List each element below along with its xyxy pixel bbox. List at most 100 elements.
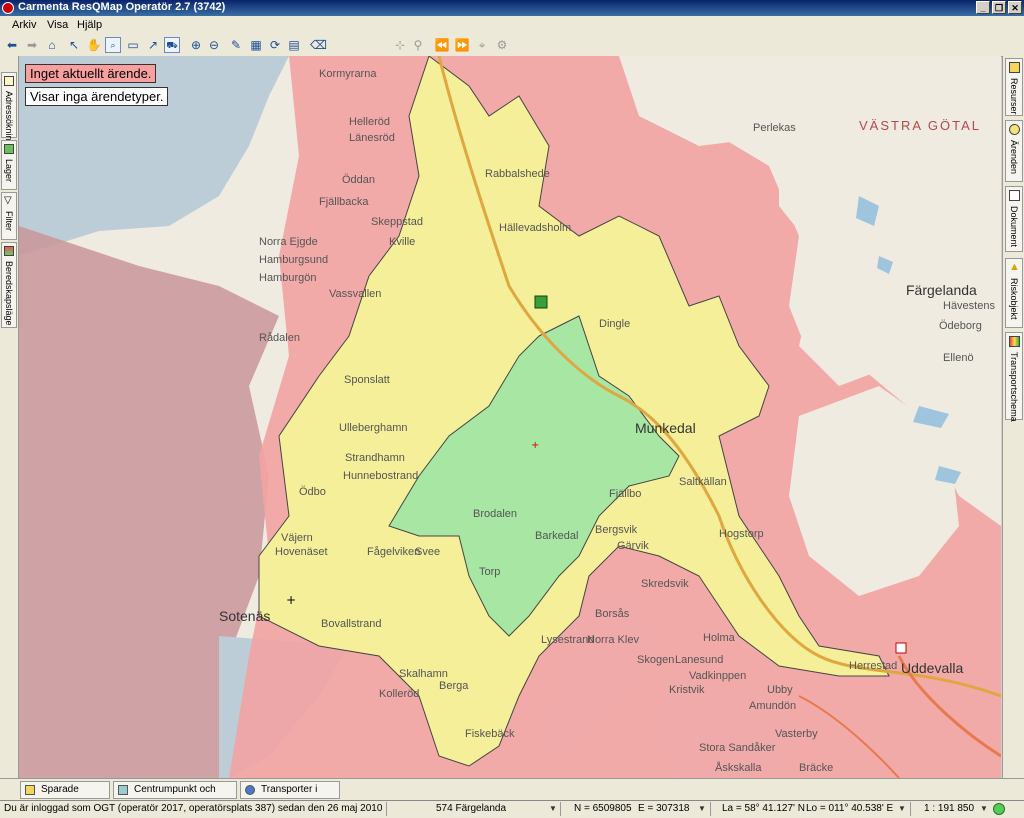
map-scale: 1 : 191 850 <box>924 803 975 814</box>
map-view[interactable]: + + Inget aktuellt ärende. Visar inga är… <box>19 56 1001 778</box>
bottom-tabs: Sparade platser Centrumpunkt och skala T… <box>0 778 1024 811</box>
restore-button[interactable]: ❐ <box>992 1 1006 14</box>
place-kristvik: Kristvik <box>669 684 705 696</box>
place-skeppstad: Skeppstad <box>371 216 423 228</box>
draw-line-icon[interactable]: ✎ <box>228 37 244 53</box>
place-torp: Torp <box>479 566 501 578</box>
place-bracke: Bräcke <box>799 762 834 774</box>
minimize-button[interactable]: _ <box>976 1 990 14</box>
latlon-dropdown-icon[interactable]: ▼ <box>898 804 906 813</box>
place-lanesund: Lanesund <box>675 654 724 666</box>
transport-schedule-icon <box>1009 336 1020 347</box>
place-oddan: Öddan <box>342 174 376 186</box>
tab-arenden[interactable]: Ärenden <box>1005 120 1023 182</box>
coordinate-dropdown-icon[interactable]: ▼ <box>698 804 706 813</box>
place-fjallbo: Fjällbo <box>609 488 642 500</box>
tab-centrumpunkt[interactable]: Centrumpunkt och skala <box>113 781 237 811</box>
play-back-icon[interactable]: ⏪ <box>434 37 450 53</box>
place-vassvallen: Vassvallen <box>329 288 382 300</box>
tab-dokument-label: Dokument <box>1009 206 1019 248</box>
saved-places-icon <box>25 785 35 795</box>
home-icon[interactable]: ⌂ <box>44 37 60 53</box>
place-hamburgsund: Hamburgsund <box>259 254 329 266</box>
place-rabbalshede: Rabbalshede <box>485 168 550 180</box>
close-button[interactable]: ✕ <box>1008 1 1022 14</box>
address-search-icon <box>4 76 14 86</box>
play-forward-icon[interactable]: ⏩ <box>454 37 470 53</box>
place-borsas: Borsås <box>595 608 630 620</box>
tab-filter[interactable]: ▽ Filter <box>1 192 17 240</box>
place-ellenö: Ellenö <box>943 352 974 364</box>
layers-icon <box>4 144 14 154</box>
north-coordinate: N = 6509805 <box>574 803 632 814</box>
place-svee: Svee <box>415 546 441 558</box>
svg-text:+: + <box>531 440 539 451</box>
place-bergsvik: Bergsvik <box>595 524 638 536</box>
menu-arkiv[interactable]: Arkiv <box>12 19 36 31</box>
area-dropdown-icon[interactable]: ▼ <box>549 804 557 813</box>
scale-dropdown-icon[interactable]: ▼ <box>980 804 988 813</box>
forward-arrow-icon[interactable]: ➡ <box>24 37 40 53</box>
app-icon <box>2 2 14 14</box>
center-point-icon <box>118 785 128 795</box>
eraser-icon[interactable]: ⌫ <box>310 37 327 53</box>
no-case-types-message: Visar inga ärendetyper. <box>25 87 169 106</box>
person-search-icon[interactable]: ⚲ <box>410 37 426 53</box>
place-vasterby: Vasterby <box>775 728 818 740</box>
tab-beredskapslage-label: Beredskapsläge <box>4 261 14 326</box>
zoom-in-icon[interactable]: ⊕ <box>188 37 204 53</box>
tab-arenden-label: Ärenden <box>1009 140 1019 175</box>
place-kollerod: Kolleröd <box>379 688 420 700</box>
tab-transportschema[interactable]: Transportschema <box>1005 332 1023 422</box>
tab-sparade-platser[interactable]: Sparade platser <box>20 781 110 811</box>
tab-filter-label: Filter <box>4 211 14 231</box>
zoom-select-icon[interactable]: ⌕ <box>105 37 121 53</box>
tab-adressokning[interactable]: Adressökning <box>1 72 17 146</box>
place-barkedal: Barkedal <box>535 530 579 542</box>
place-helleröd: Helleröd <box>349 116 390 128</box>
tab-dokument[interactable]: Dokument <box>1005 186 1023 252</box>
tab-beredskapslage[interactable]: Beredskapsläge <box>1 242 17 328</box>
tab-riskobjekt[interactable]: ▲ Riskobjekt <box>1005 258 1023 328</box>
map-layers-icon[interactable]: ▤ <box>286 37 302 53</box>
place-norra-kley: Norra Klev <box>587 634 639 646</box>
right-side-panel: Resurser Ärenden Dokument ▲ Riskobjekt T… <box>1002 56 1024 778</box>
menu-visa[interactable]: Visa <box>47 19 68 31</box>
place-lanesrod: Länesröd <box>349 132 395 144</box>
back-arrow-icon[interactable]: ⬅ <box>4 37 20 53</box>
place-ullebergshamn: Ulleberghamn <box>339 422 408 434</box>
map-refresh-icon[interactable]: ⟳ <box>267 37 283 53</box>
toolbar: ⬅ ➡ ⌂ ↖ ✋ ⌕ ▭ ↗ ⛟ ⊕ ⊖ ✎ ▦ ⟳ ▤ ⌫ ⊹ ⚲ ⏪ ⏩ … <box>0 34 1024 57</box>
place-odbo: Ödbo <box>299 486 326 498</box>
status-bar: Du är inloggad som OGT (operatör 2017, o… <box>0 800 1024 818</box>
place-vadkinppe: Vadkinppen <box>689 670 747 682</box>
place-hallevadsholm: Hällevadsholm <box>499 222 572 234</box>
tab-resurser[interactable]: Resurser <box>1005 58 1023 116</box>
window-title: Carmenta ResQMap Operatör 2.7 (3742) <box>18 1 226 13</box>
place-sotenas: Sotenäs <box>219 608 271 624</box>
place-hunnebostrand: Hunnebostrand <box>343 470 419 482</box>
map-view-icon[interactable]: ▦ <box>248 37 264 53</box>
menu-hjalp[interactable]: Hjälp <box>77 19 102 31</box>
tab-lager[interactable]: Lager <box>1 140 17 190</box>
gps-target-icon[interactable]: ⊹ <box>392 37 408 53</box>
place-stora-sandaker: Stora Sandåker <box>699 742 776 754</box>
zoom-out-icon[interactable]: ⊖ <box>206 37 222 53</box>
track-icon[interactable]: ⌖ <box>474 37 490 53</box>
place-radalen: Rådalen <box>259 332 300 344</box>
place-hogstorp: Hogstorp <box>719 528 764 540</box>
login-status: Du är inloggad som OGT (operatör 2017, o… <box>4 803 382 814</box>
measure-ruler-icon[interactable]: ▭ <box>125 37 141 53</box>
tab-transporter[interactable]: Transporter i närtid <box>240 781 340 811</box>
north-arrow-icon[interactable]: ↗ <box>145 37 161 53</box>
settings-gear-icon[interactable]: ⚙ <box>494 37 510 53</box>
pointer-icon[interactable]: ↖ <box>66 37 82 53</box>
place-uddevalla: Uddevalla <box>901 660 964 676</box>
readiness-map-icon <box>4 246 14 256</box>
place-fiskeback: Fiskebäck <box>465 728 515 740</box>
place-norra-ejgde: Norra Ejgde <box>259 236 318 248</box>
car-icon[interactable]: ⛟ <box>164 37 180 53</box>
place-hovenaset: Hovenäset <box>275 546 328 558</box>
tab-adressokning-label: Adressökning <box>4 91 14 146</box>
pan-hand-icon[interactable]: ✋ <box>86 37 102 53</box>
